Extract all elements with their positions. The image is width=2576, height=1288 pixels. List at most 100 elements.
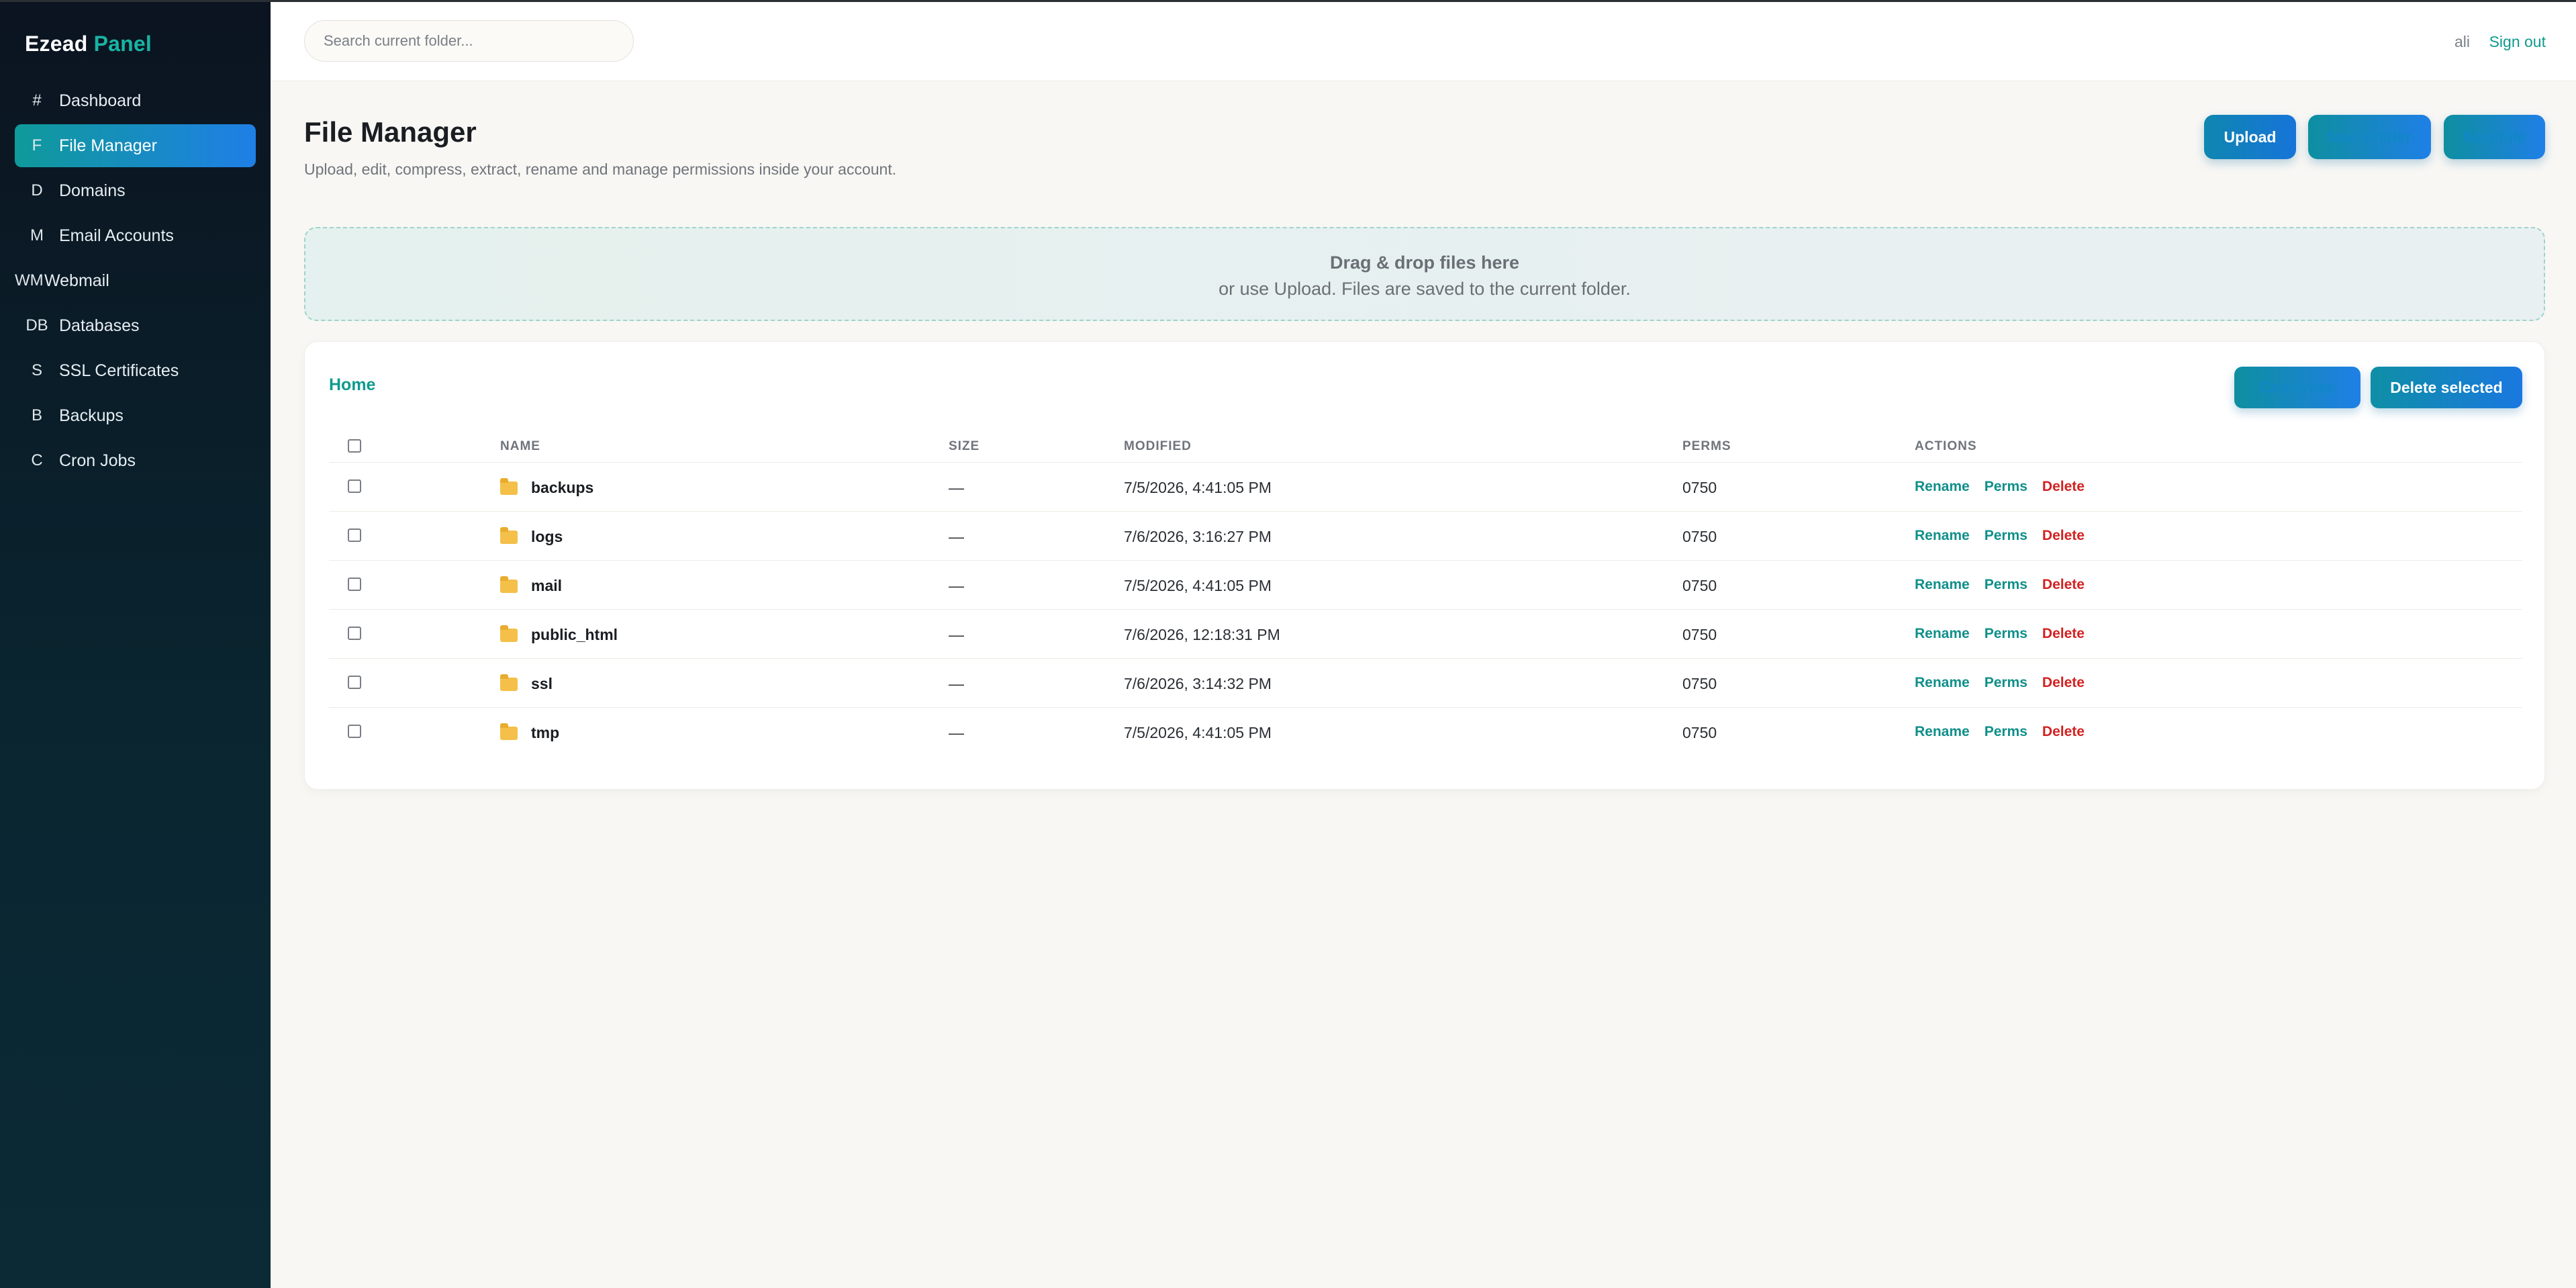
file-perms: 0750 [1682,675,1717,692]
row-checkbox[interactable] [348,479,361,493]
breadcrumb-home[interactable]: Home [329,375,375,395]
new-folder-button[interactable]: New Folder [2308,115,2431,159]
file-modified: 7/5/2026, 4:41:05 PM [1124,577,1272,594]
sidebar-item-label: File Manager [59,136,157,155]
file-modified: 7/6/2026, 3:16:27 PM [1124,528,1272,545]
row-actions: Rename Perms Delete [1915,724,2085,740]
row-actions: Rename Perms Delete [1915,675,2085,691]
delete-selected-button[interactable]: Delete selected [2371,367,2522,408]
file-name-cell[interactable]: ssl [500,674,553,693]
brand-name: Ezead [25,32,88,56]
file-size: — [949,528,964,545]
upload-dropzone[interactable]: Drag & drop files here or use Upload. Fi… [304,227,2545,321]
file-modified: 7/6/2026, 3:14:32 PM [1124,675,1272,692]
sidebar-item-dashboard[interactable]: # Dashboard [15,79,256,122]
sidebar-item-label: Databases [59,316,140,335]
perms-link[interactable]: Perms [1985,479,2028,494]
rename-link[interactable]: Rename [1915,577,1970,592]
delete-link[interactable]: Delete [2042,528,2085,543]
file-name: tmp [531,724,560,741]
sidebar-item-label: Email Accounts [59,226,174,245]
sidebar-item-label: Webmail [44,271,109,290]
row-checkbox[interactable] [348,578,361,591]
sidebar-item-domains[interactable]: D Domains [15,169,256,212]
delete-link[interactable]: Delete [2042,626,2085,641]
file-name-cell[interactable]: mail [500,576,562,595]
sidebar-item-label: Backups [59,406,124,425]
file-size: — [949,577,964,594]
sidebar-nav: # Dashboard F File Manager D Domains M E… [15,79,256,484]
row-checkbox[interactable] [348,725,361,738]
file-perms: 0750 [1682,577,1717,594]
table-header: NAME SIZE MODIFIED PERMS ACTIONS [329,429,2522,463]
file-perms: 0750 [1682,479,1717,496]
page-subtitle: Upload, edit, compress, extract, rename … [304,160,897,178]
sidebar-item-ssl-certificates[interactable]: S SSL Certificates [15,349,256,392]
file-name-cell[interactable]: tmp [500,723,560,742]
file-size: — [949,724,964,741]
sidebar-item-databases[interactable]: DB Databases [15,304,256,347]
sidebar-item-webmail[interactable]: WM Webmail [15,259,256,302]
row-checkbox[interactable] [348,627,361,640]
rename-link[interactable]: Rename [1915,626,1970,641]
file-name: backups [531,479,594,496]
sidebar-item-cron-jobs[interactable]: C Cron Jobs [15,439,256,482]
perms-link[interactable]: Perms [1985,577,2028,592]
row-actions: Rename Perms Delete [1915,626,2085,642]
row-checkbox[interactable] [348,676,361,689]
sidebar-item-abbr: WM [15,271,44,289]
column-header-size[interactable]: SIZE [949,439,980,454]
new-file-button[interactable]: New File [2444,115,2545,159]
username: ali [2454,33,2470,50]
delete-link[interactable]: Delete [2042,724,2085,739]
file-browser-card: Home Compress Delete selected NAME SIZE … [304,341,2545,790]
row-checkbox[interactable] [348,528,361,542]
sign-out-link[interactable]: Sign out [2489,33,2546,51]
table-row: tmp — 7/5/2026, 4:41:05 PM 0750 Rename Pe… [329,708,2522,757]
perms-link[interactable]: Perms [1985,724,2028,739]
folder-icon [500,625,518,642]
topbar: ali Sign out [271,2,2576,81]
column-header-name[interactable]: NAME [500,439,540,454]
delete-link[interactable]: Delete [2042,577,2085,592]
file-perms: 0750 [1682,724,1717,741]
delete-link[interactable]: Delete [2042,479,2085,494]
file-name-cell[interactable]: logs [500,527,563,546]
perms-link[interactable]: Perms [1985,528,2028,543]
file-name-cell[interactable]: public_html [500,625,618,644]
table-row: backups — 7/5/2026, 4:41:05 PM 0750 Rena… [329,463,2522,512]
file-modified: 7/6/2026, 12:18:31 PM [1124,626,1280,643]
sidebar-item-label: SSL Certificates [59,361,179,380]
sidebar-item-label: Dashboard [59,91,142,110]
file-table: NAME SIZE MODIFIED PERMS ACTIONS backups… [329,429,2522,757]
file-name-cell[interactable]: backups [500,478,594,497]
rename-link[interactable]: Rename [1915,479,1970,494]
folder-icon [500,478,518,495]
sidebar-item-email-accounts[interactable]: M Email Accounts [15,214,256,257]
upload-button[interactable]: Upload [2204,115,2296,159]
table-row: mail — 7/5/2026, 4:41:05 PM 0750 Rename P… [329,561,2522,610]
select-all-checkbox[interactable] [348,439,361,453]
perms-link[interactable]: Perms [1985,675,2028,690]
table-row: logs — 7/6/2026, 3:16:27 PM 0750 Rename P… [329,512,2522,561]
compress-button[interactable]: Compress [2234,367,2360,408]
sidebar-item-file-manager[interactable]: F File Manager [15,124,256,167]
rename-link[interactable]: Rename [1915,675,1970,690]
table-row: public_html — 7/6/2026, 12:18:31 PM 0750… [329,610,2522,659]
file-modified: 7/5/2026, 4:41:05 PM [1124,479,1272,496]
sidebar-item-abbr: C [31,451,43,469]
brand-logo[interactable]: Ezead Panel [25,32,152,56]
folder-icon [500,527,518,544]
search-input[interactable] [304,20,634,62]
row-actions: Rename Perms Delete [1915,479,2085,495]
column-header-perms[interactable]: PERMS [1682,439,1731,454]
rename-link[interactable]: Rename [1915,724,1970,739]
sidebar-item-abbr: F [32,136,42,154]
perms-link[interactable]: Perms [1985,626,2028,641]
rename-link[interactable]: Rename [1915,528,1970,543]
column-header-modified[interactable]: MODIFIED [1124,439,1192,454]
delete-link[interactable]: Delete [2042,675,2085,690]
table-row: ssl — 7/6/2026, 3:14:32 PM 0750 Rename Pe… [329,659,2522,708]
sidebar-item-backups[interactable]: B Backups [15,394,256,437]
sidebar-item-label: Cron Jobs [59,451,136,470]
